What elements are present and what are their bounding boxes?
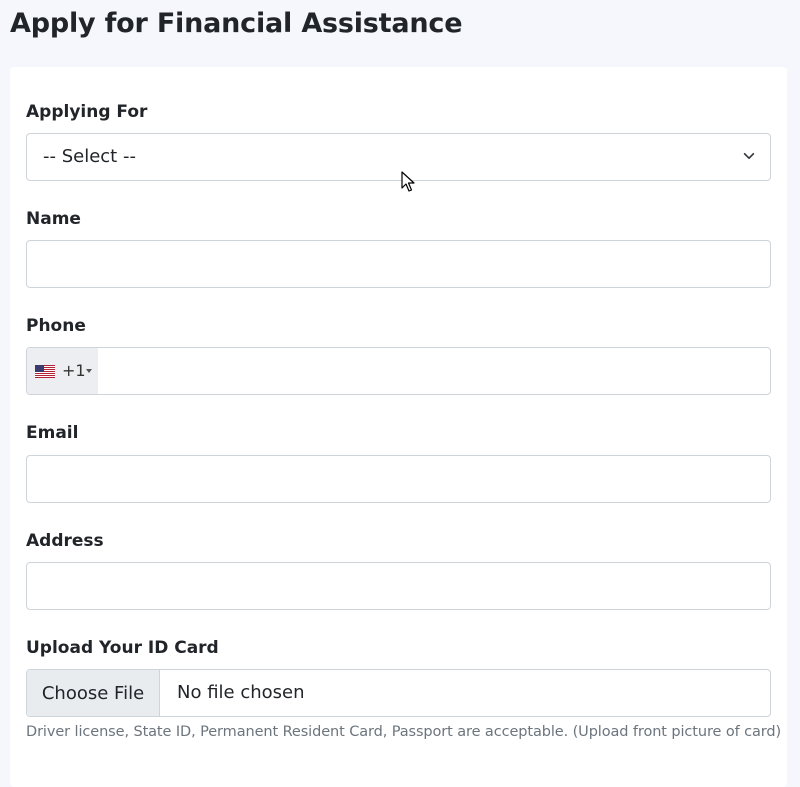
caret-down-icon	[86, 369, 92, 373]
applying-for-selected-value: -- Select --	[43, 146, 136, 167]
us-flag-icon	[35, 365, 55, 378]
page-title: Apply for Financial Assistance	[10, 8, 463, 39]
address-input[interactable]	[26, 562, 771, 610]
phone-input[interactable]: +1	[26, 347, 771, 395]
country-code-dropdown[interactable]: +1	[27, 348, 98, 394]
choose-file-button[interactable]: Choose File	[27, 670, 160, 716]
id-card-help-text: Driver license, State ID, Permanent Resi…	[26, 724, 782, 740]
id-card-file-input[interactable]: Choose File No file chosen	[26, 669, 771, 717]
name-label: Name	[26, 209, 81, 229]
email-label: Email	[26, 423, 79, 443]
email-input[interactable]	[26, 455, 771, 503]
applying-for-select[interactable]: -- Select --	[26, 133, 771, 181]
id-card-label: Upload Your ID Card	[26, 638, 219, 658]
dial-code: +1	[62, 361, 86, 380]
application-form-card: Applying For -- Select -- Name Phone +1	[10, 67, 787, 787]
mouse-cursor-icon	[401, 171, 415, 192]
file-status-text: No file chosen	[177, 682, 305, 703]
applying-for-label: Applying For	[26, 102, 148, 122]
chevron-down-icon	[743, 152, 755, 160]
address-label: Address	[26, 531, 104, 551]
name-input[interactable]	[26, 240, 771, 288]
phone-label: Phone	[26, 316, 86, 336]
